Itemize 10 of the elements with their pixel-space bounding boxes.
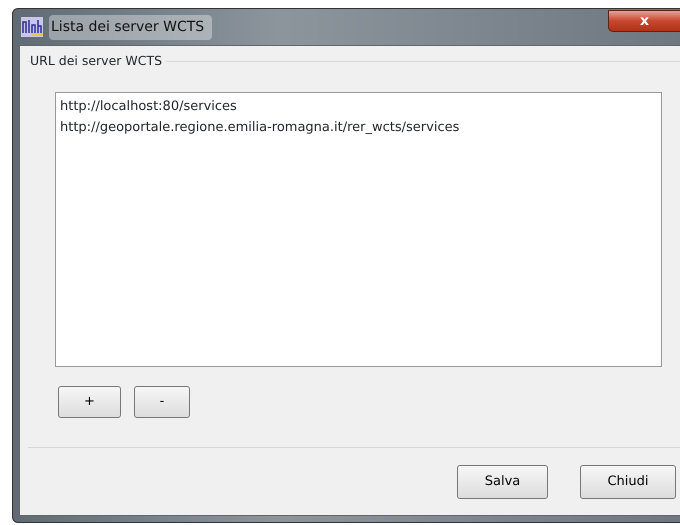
remove-button[interactable]: - <box>134 386 190 418</box>
add-button[interactable]: + <box>58 386 121 418</box>
close-dialog-button[interactable]: Chiudi <box>580 465 676 499</box>
list-item[interactable]: http://localhost:80/services <box>60 96 237 117</box>
close-button[interactable]: x <box>608 10 680 32</box>
save-button[interactable]: Salva <box>457 465 548 499</box>
list-item[interactable]: http://geoportale.regione.emilia-romagna.it/rer_wcts/services <box>60 117 460 138</box>
app-icon <box>21 17 43 37</box>
url-list[interactable]: http://localhost:80/services http://geoportale.regione.emilia-romagna.it/rer_wcts/services <box>55 92 662 367</box>
window-title: Lista dei server WCTS <box>49 14 212 40</box>
